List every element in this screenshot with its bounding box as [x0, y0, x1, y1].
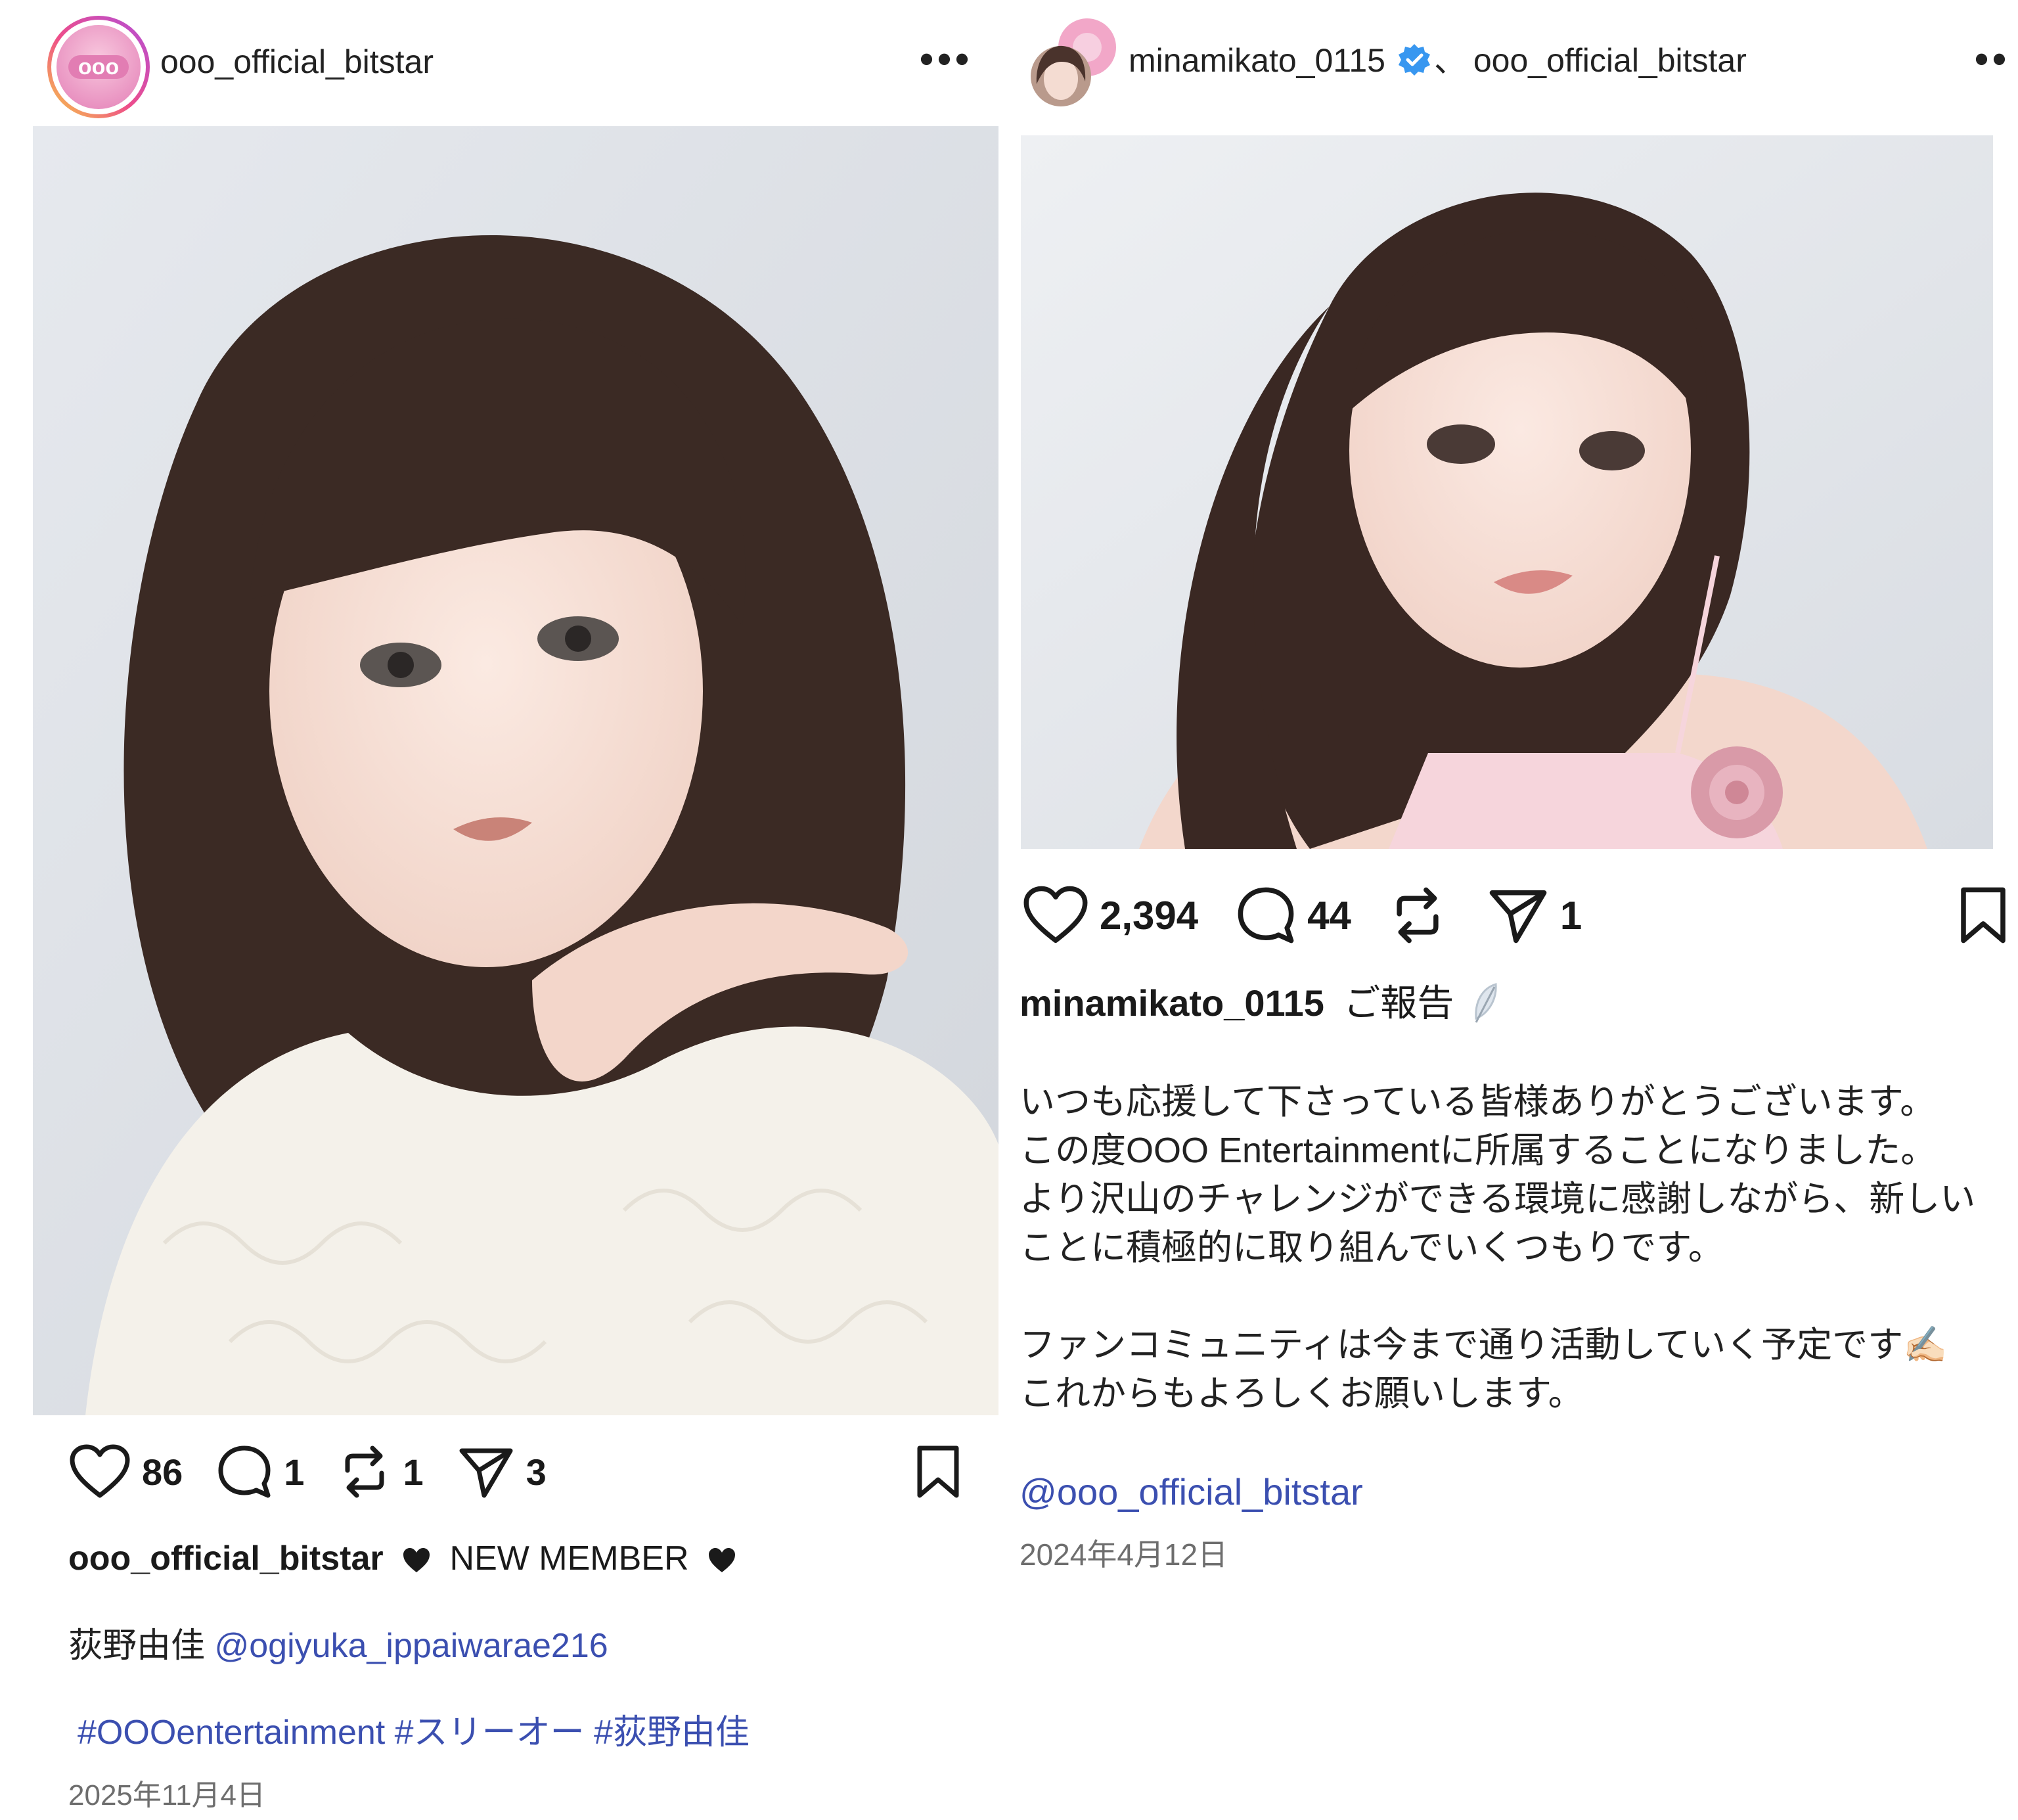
- header-username[interactable]: ooo_official_bitstar: [160, 42, 434, 81]
- header-usernames: minamikato_0115 、 ooo_official_bitstar: [1129, 41, 1747, 80]
- repost-icon: [345, 1445, 384, 1498]
- bookmark-button[interactable]: [1958, 886, 2009, 948]
- caption-line: これからもよろしくお願いします。: [1020, 1374, 1584, 1413]
- hashtags-link[interactable]: #OOOentertainment #スリーオー #荻野由佳: [78, 1708, 750, 1757]
- comment-button[interactable]: 1: [217, 1444, 304, 1499]
- caption-line: この度OOO Entertainmentに所属することになりました。: [1020, 1131, 1937, 1170]
- like-count: 86: [142, 1451, 183, 1493]
- caption-line: いつも応援して下さっている皆様ありがとうございます。: [1020, 1082, 1936, 1122]
- more-options-button[interactable]: ••: [1975, 39, 2010, 79]
- more-options-button[interactable]: •••: [920, 39, 973, 79]
- black-heart-icon: [709, 1548, 735, 1572]
- caption-line: ことに積極的に取り組んでいくつもりです。: [1020, 1228, 1724, 1267]
- caption-line: ファンコミュニティは今まで通り活動していく予定です✍🏻: [1020, 1325, 1948, 1365]
- profile-avatar-minamikato[interactable]: [1025, 16, 1117, 108]
- comment-count: 44: [1307, 893, 1351, 938]
- heart-icon: [1023, 886, 1088, 944]
- bookmark-button[interactable]: [914, 1444, 962, 1503]
- member-name-line: 荻野由佳 @ogiyuka_ippaiwarae216: [68, 1622, 608, 1670]
- like-count: 2,394: [1100, 893, 1199, 938]
- post-date: 2025年11月4日: [68, 1779, 266, 1811]
- bookmark-icon: [1961, 887, 2006, 944]
- share-button[interactable]: 1: [1488, 886, 1582, 945]
- send-icon: [459, 1448, 513, 1498]
- comment-button[interactable]: 44: [1236, 886, 1351, 945]
- caption-username[interactable]: ooo_official_bitstar: [68, 1539, 384, 1578]
- send-icon: [1489, 890, 1547, 944]
- like-button[interactable]: 2,394: [1023, 886, 1198, 945]
- member-name: 荻野由佳: [68, 1627, 206, 1665]
- member-mention-link[interactable]: @ogiyuka_ippaiwarae216: [214, 1627, 608, 1665]
- feather-icon: [1475, 983, 1497, 1023]
- caption-line: より沢山のチャレンジができる環境に感謝しながら、新しい: [1020, 1179, 1976, 1219]
- verified-badge-icon: [1398, 44, 1430, 76]
- header-username[interactable]: minamikato_0115: [1129, 42, 1385, 79]
- portrait-photo-illustration: [33, 126, 998, 1415]
- svg-text:ooo: ooo: [78, 55, 119, 80]
- action-bar: 86 1 1 3: [70, 1444, 547, 1499]
- heart-icon: [70, 1444, 130, 1498]
- share-count: 1: [1559, 893, 1582, 938]
- caption-headline: minamikato_0115 ご報告: [1020, 982, 1502, 1025]
- header-collab-username[interactable]: ooo_official_bitstar: [1473, 42, 1747, 79]
- portrait-photo-illustration: [1021, 135, 1993, 849]
- repost-button[interactable]: 1: [338, 1444, 424, 1499]
- repost-button[interactable]: [1389, 886, 1446, 945]
- post-date: 2024年4月12日: [1020, 1537, 1228, 1572]
- share-count: 3: [526, 1451, 547, 1493]
- action-bar: 2,394 44 1: [1023, 886, 1582, 945]
- caption-username[interactable]: minamikato_0115: [1020, 982, 1324, 1024]
- caption-headline: ooo_official_bitstar NEW MEMBER: [68, 1537, 746, 1580]
- like-button[interactable]: 86: [70, 1444, 183, 1499]
- caption-title: ご報告: [1343, 982, 1454, 1024]
- new-member-text: NEW MEMBER: [449, 1539, 689, 1578]
- comment-bubble-icon: [218, 1445, 271, 1498]
- repost-count: 1: [403, 1451, 424, 1493]
- post-photo[interactable]: [1021, 135, 1993, 849]
- bookmark-icon: [917, 1445, 959, 1498]
- profile-photo-icon: [1025, 16, 1117, 108]
- repost-icon: [1397, 887, 1439, 944]
- comment-count: 1: [284, 1451, 305, 1493]
- caption-mention-link[interactable]: @ooo_official_bitstar: [1020, 1468, 1363, 1516]
- comment-bubble-icon: [1238, 887, 1294, 944]
- share-button[interactable]: 3: [458, 1444, 547, 1499]
- ooo-logo-icon: ooo: [47, 16, 150, 118]
- post-right: minamikato_0115 、 ooo_official_bitstar ••: [1012, 0, 2018, 1820]
- black-heart-icon: [403, 1548, 430, 1572]
- header-separator: 、: [1433, 42, 1467, 79]
- post-left: ooo ooo_official_bitstar ••• 86 1 1 3 oo…: [0, 0, 1012, 1820]
- profile-avatar-ooo[interactable]: ooo: [47, 16, 150, 118]
- post-photo[interactable]: [33, 126, 998, 1415]
